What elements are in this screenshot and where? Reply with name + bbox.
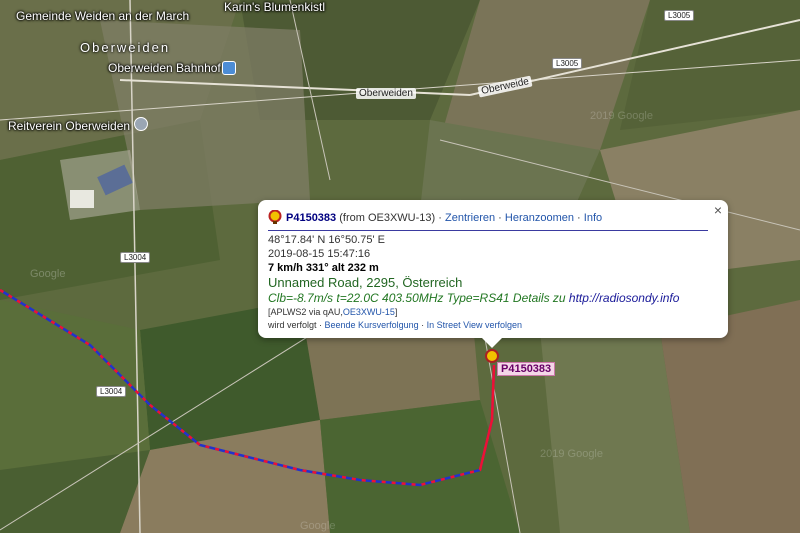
path-prefix: [APLWS2 via qAU, xyxy=(268,307,343,317)
tracked-text: wird verfolgt · xyxy=(268,320,323,330)
speed-altitude: 7 km/h 331° alt 232 m xyxy=(268,262,379,274)
balloon-icon xyxy=(268,210,282,224)
timestamp: 2019-08-15 15:47:16 xyxy=(268,248,371,260)
stop-tracking-link[interactable]: Beende Kursverfolgung xyxy=(325,320,419,330)
road-shield-l3005-b: L3005 xyxy=(552,58,583,69)
watermark-3: 2019 Google xyxy=(540,448,603,460)
watermark-2: 2019 Google xyxy=(590,110,653,122)
marker-label[interactable]: P4150383 xyxy=(497,362,556,376)
place-label-blumenkistl: Karin's Blumenkistl xyxy=(224,0,325,14)
path-suffix: ] xyxy=(394,307,398,317)
popup-header: P4150383 (from OE3XWU-13) · Zentrieren ·… xyxy=(268,210,708,231)
place-label-reitverein: Reitverein Oberweiden xyxy=(8,119,131,133)
popup-footer: wird verfolgt · Beende Kursverfolgung · … xyxy=(268,320,522,330)
callsign-link[interactable]: P4150383 xyxy=(286,212,336,224)
path-info: [APLWS2 via qAU,OE3XWU-15] xyxy=(268,306,718,319)
place-label-bahnhof: Oberweiden Bahnhof xyxy=(108,61,221,75)
center-link[interactable]: Zentrieren xyxy=(445,212,495,224)
info-link[interactable]: Info xyxy=(584,212,602,224)
street-view-link[interactable]: In Street View verfolgen xyxy=(427,320,522,330)
zoom-in-link[interactable]: Heranzoomen xyxy=(505,212,574,224)
road-label-oberweiden: Oberweiden xyxy=(356,88,416,99)
place-label-gemeinde: Gemeinde Weiden an der March xyxy=(16,9,190,23)
road-shield-l3004-a: L3004 xyxy=(120,252,151,263)
place-label-oberweiden: Oberweiden xyxy=(80,40,171,55)
road-shield-l3004-b: L3004 xyxy=(96,386,127,397)
balloon-marker-icon[interactable] xyxy=(485,349,499,363)
comment: Clb=-8.7m/s t=22.0C 403.50MHz Type=RS41 … xyxy=(268,291,718,306)
radiosondy-link[interactable]: http://radiosondy.info xyxy=(569,291,680,305)
from-label: (from OE3XWU-13) xyxy=(339,212,436,224)
path-station-link[interactable]: OE3XWU-15 xyxy=(343,307,395,317)
coordinates: 48°17.84' N 16°50.75' E xyxy=(268,234,385,246)
watermark-4: Google xyxy=(300,520,336,532)
comment-text: Clb=-8.7m/s t=22.0C 403.50MHz Type=RS41 … xyxy=(268,291,569,305)
map-pin-icon[interactable] xyxy=(134,117,148,131)
address: Unnamed Road, 2295, Österreich xyxy=(268,275,463,290)
road-shield-l3005-a: L3005 xyxy=(664,10,695,21)
watermark-1: Google xyxy=(30,268,66,280)
close-icon[interactable]: × xyxy=(714,202,722,218)
train-station-icon[interactable] xyxy=(222,61,236,75)
info-popup: × P4150383 (from OE3XWU-13) · Zentrieren… xyxy=(258,200,728,348)
